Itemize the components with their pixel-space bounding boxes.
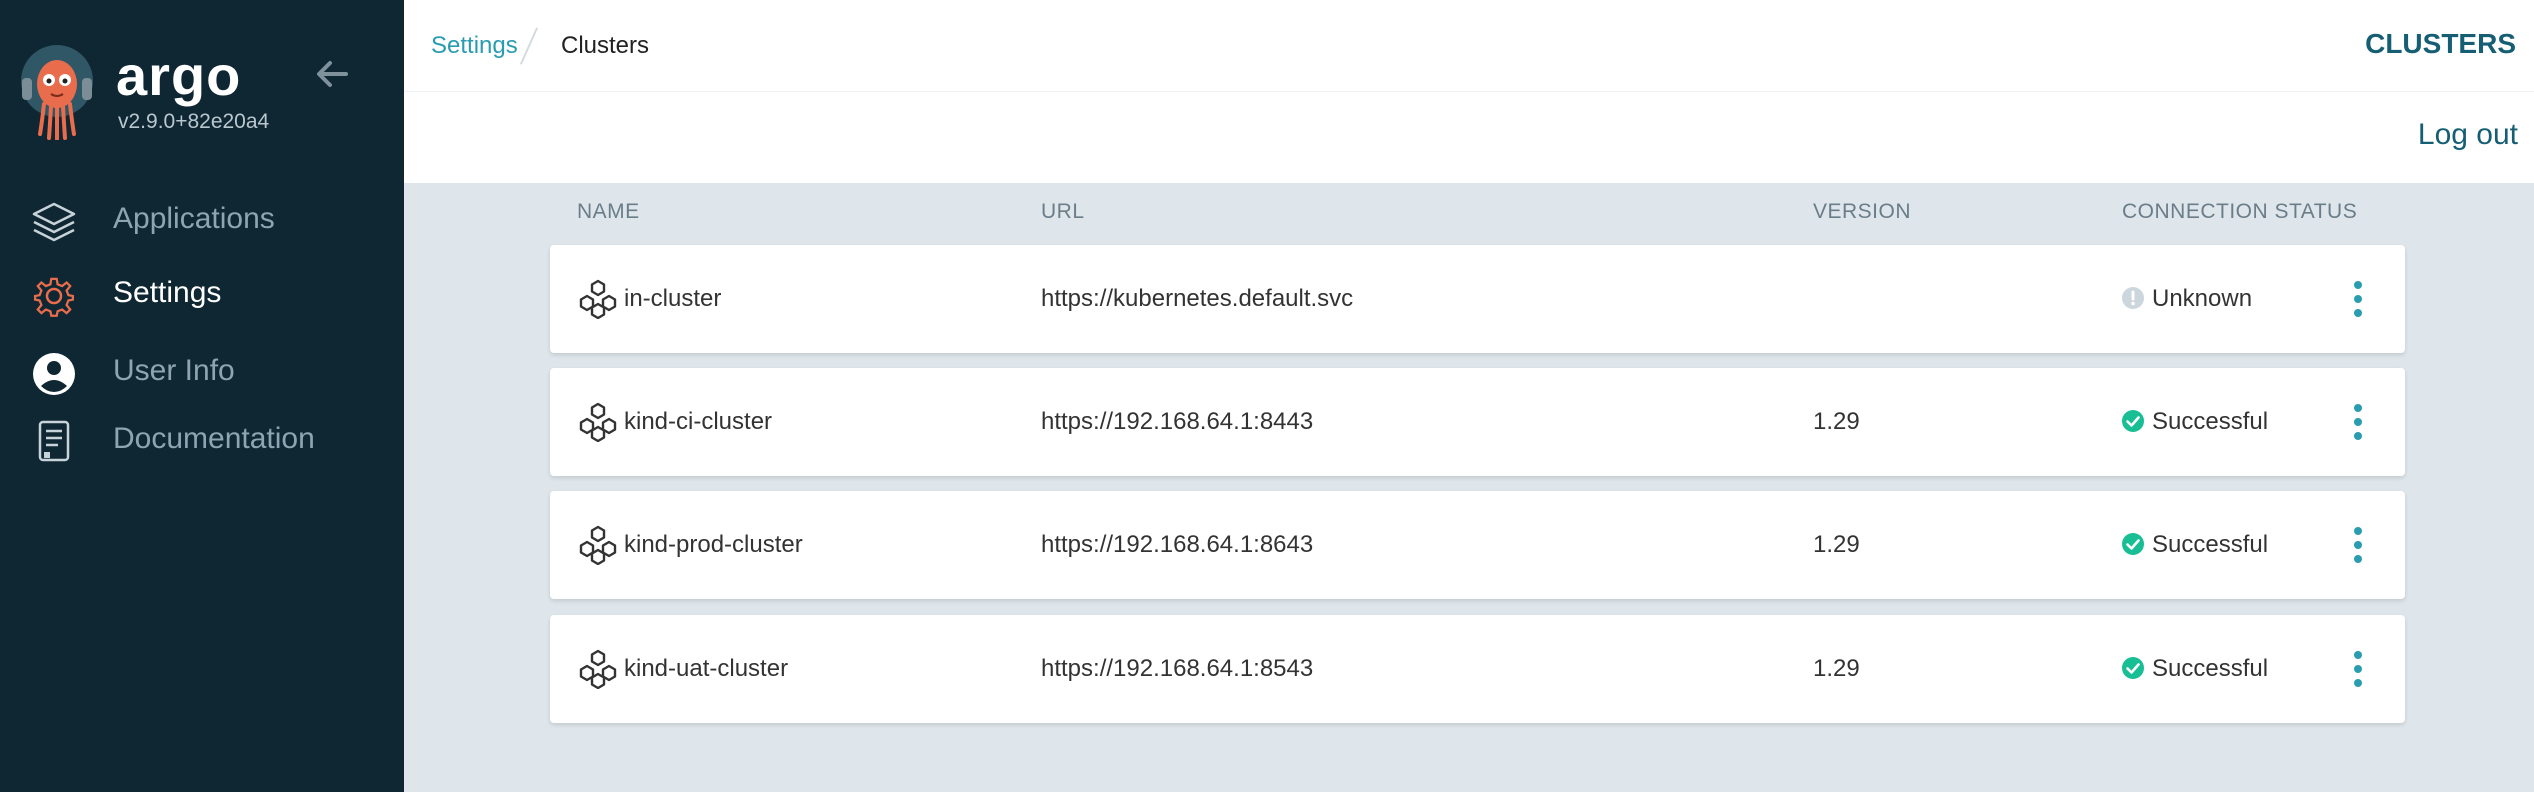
cluster-icon [578,402,618,443]
connection-status: Successful [2152,655,2269,682]
sidebar-item-applications[interactable]: Applications [0,188,404,252]
collapse-sidebar-icon[interactable] [312,54,352,94]
argo-logo-icon[interactable] [20,44,94,141]
cluster-url: https://192.168.64.1:8443 [1041,408,1314,435]
brand-name: argo [116,44,242,107]
version-label: v2.9.0+82e20a4 [118,110,270,133]
cluster-name: in-cluster [624,285,722,312]
cluster-version: 1.29 [1813,655,1860,682]
sidebar-item-label: Documentation [113,422,315,455]
top-bar: Settings Clusters CLUSTERS [404,0,2534,92]
column-header-url: URL [1041,200,1085,223]
cluster-name: kind-uat-cluster [624,655,789,682]
more-actions-icon[interactable] [2346,400,2370,444]
cluster-url: https://192.168.64.1:8543 [1041,655,1314,682]
sidebar: argo v2.9.0+82e20a4 Applications Setting… [0,0,404,792]
cluster-row[interactable]: kind-prod-cluster https://192.168.64.1:8… [550,491,2405,599]
toolbar: Log out [404,92,2534,183]
unknown-status-icon [2121,286,2145,310]
success-check-icon [2121,656,2145,680]
cluster-icon [578,525,618,566]
connection-status: Successful [2152,408,2269,435]
sidebar-item-user-info[interactable]: User Info [0,340,404,404]
more-actions-icon[interactable] [2346,647,2370,691]
cluster-row[interactable]: in-cluster https://kubernetes.default.sv… [550,245,2405,353]
logout-button[interactable]: Log out [2418,118,2518,152]
user-icon [30,352,78,396]
sidebar-item-label: Applications [113,202,275,235]
more-actions-icon[interactable] [2346,277,2370,321]
breadcrumb-settings[interactable]: Settings [431,32,518,60]
breadcrumb-separator [519,27,539,65]
success-check-icon [2121,409,2145,433]
cluster-name: kind-ci-cluster [624,408,773,435]
cluster-url: https://kubernetes.default.svc [1041,285,1354,312]
cluster-version: 1.29 [1813,408,1860,435]
connection-status: Successful [2152,531,2269,558]
cluster-url: https://192.168.64.1:8643 [1041,531,1314,558]
success-check-icon [2121,532,2145,556]
sidebar-item-label: Settings [113,276,222,309]
page-title: CLUSTERS [2365,28,2516,59]
column-header-connection-status: CONNECTION STATUS [2122,200,2358,223]
cluster-row[interactable]: kind-uat-cluster https://192.168.64.1:85… [550,615,2405,723]
cluster-version: 1.29 [1813,531,1860,558]
sidebar-item-documentation[interactable]: Documentation [0,408,404,472]
cluster-icon [578,279,618,320]
column-header-name: NAME [577,200,640,223]
breadcrumb-clusters: Clusters [561,32,650,59]
cluster-row[interactable]: kind-ci-cluster https://192.168.64.1:844… [550,368,2405,476]
connection-status: Unknown [2152,285,2253,312]
layers-icon [30,200,78,244]
more-actions-icon[interactable] [2346,523,2370,567]
cluster-icon [578,649,618,690]
gear-icon [30,274,78,318]
cluster-name: kind-prod-cluster [624,531,803,558]
docs-icon [30,420,78,464]
sidebar-item-label: User Info [113,354,235,387]
column-header-version: VERSION [1813,200,1912,223]
sidebar-item-settings[interactable]: Settings [0,262,404,326]
